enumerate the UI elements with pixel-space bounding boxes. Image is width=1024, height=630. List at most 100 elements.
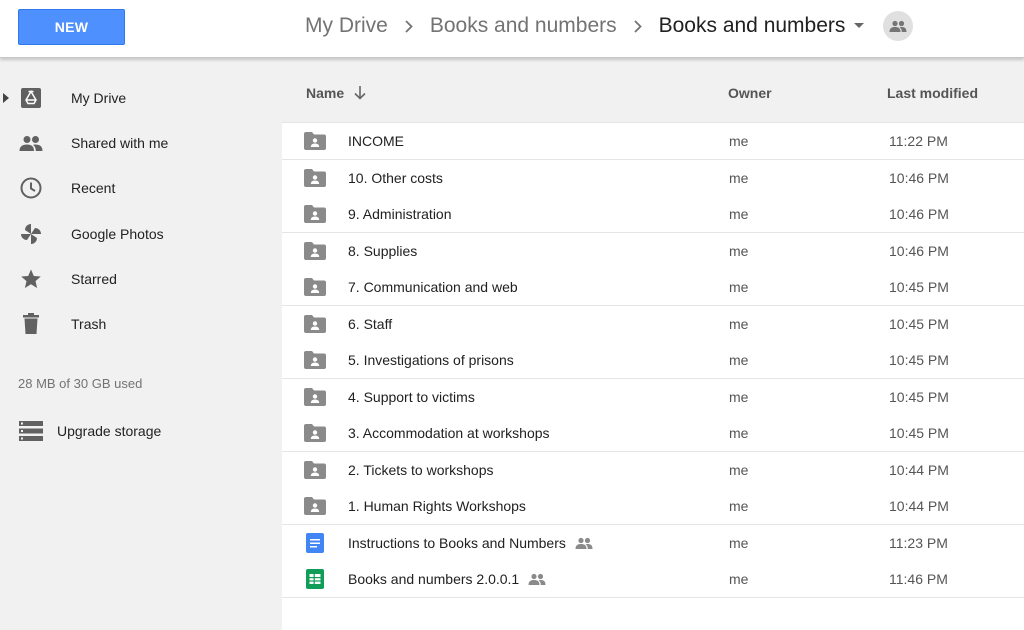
file-last-modified: 10:45 PM [889, 388, 949, 405]
upgrade-storage-link[interactable]: Upgrade storage [0, 411, 282, 451]
chevron-right-icon [617, 19, 659, 33]
clock-icon [19, 176, 43, 200]
breadcrumb-current-folder[interactable]: Books and numbers [659, 14, 846, 38]
file-owner: me [729, 206, 749, 222]
file-owner: me [729, 242, 749, 259]
file-last-modified: 11:23 PM [889, 534, 948, 551]
chevron-right-icon [388, 19, 430, 33]
shared-folder-icon [304, 350, 326, 370]
file-name-cell: Books and numbers 2.0.0.1 [348, 571, 546, 587]
upgrade-storage-label: Upgrade storage [57, 423, 162, 439]
sidebar-item-label: Google Photos [71, 226, 164, 242]
file-row[interactable]: 5. Investigations of prisons me 10:45 PM [282, 342, 1024, 379]
file-name: 10. Other costs [348, 169, 443, 186]
shared-folder-icon [304, 168, 326, 188]
file-owner: me [729, 169, 749, 186]
sidebar-item-recent[interactable]: Recent [0, 168, 282, 208]
file-last-modified: 10:45 PM [889, 279, 949, 295]
file-name: INCOME [348, 133, 404, 149]
file-row[interactable]: 3. Accommodation at workshops me 10:45 PM [282, 415, 1024, 452]
breadcrumb-my-drive[interactable]: My Drive [305, 14, 388, 38]
file-row[interactable]: 4. Support to victims me 10:45 PM [282, 378, 1024, 416]
file-last-modified: 10:46 PM [889, 169, 949, 186]
sidebar-item-label: Starred [71, 271, 117, 287]
file-owner: me [729, 534, 749, 551]
sidebar-item-google-photos[interactable]: Google Photos [0, 214, 282, 254]
file-row[interactable]: Books and numbers 2.0.0.1 me 11:46 PM [282, 561, 1024, 598]
file-last-modified: 10:46 PM [889, 206, 949, 222]
google-doc-icon [304, 532, 326, 553]
shared-people-icon [575, 537, 593, 549]
file-owner: me [729, 461, 749, 478]
column-header-name[interactable]: Name [306, 85, 366, 101]
sidebar-item-label: Shared with me [71, 135, 169, 151]
file-row[interactable]: 6. Staff me 10:45 PM [282, 305, 1024, 343]
file-name: 8. Supplies [348, 242, 418, 259]
new-button[interactable]: NEW [18, 9, 125, 45]
expand-arrow-icon[interactable] [3, 92, 11, 104]
shared-folder-icon [304, 204, 326, 224]
file-last-modified: 11:22 PM [889, 133, 948, 149]
file-row[interactable]: 8. Supplies me 10:46 PM [282, 232, 1024, 270]
file-name-cell: Instructions to Books and Numbers [348, 535, 593, 551]
file-name: Books and numbers 2.0.0.1 [348, 571, 520, 587]
pinwheel-icon [19, 222, 43, 246]
shared-folder-icon [304, 460, 326, 480]
file-last-modified: 10:44 PM [889, 461, 949, 478]
shared-folder-icon [304, 496, 326, 516]
header-bar: NEW My Drive Books and numbers Books and… [0, 0, 1024, 58]
shared-folder-icon [304, 423, 326, 443]
file-owner: me [729, 279, 749, 295]
file-row[interactable]: 1. Human Rights Workshops me 10:44 PM [282, 488, 1024, 525]
shared-folder-icon [304, 241, 326, 261]
file-row[interactable]: Instructions to Books and Numbers me 11:23… [282, 524, 1024, 562]
sidebar-item-label: Recent [71, 180, 116, 196]
sidebar-item-shared-with-me[interactable]: Shared with me [0, 123, 282, 163]
star-icon [19, 267, 43, 291]
file-name-cell: 2. Tickets to workshops [348, 462, 494, 478]
file-last-modified: 10:46 PM [889, 242, 949, 259]
shared-folder-icon [304, 314, 326, 334]
trash-icon [19, 312, 43, 336]
file-owner: me [729, 498, 749, 514]
breadcrumb-books-and-numbers-parent[interactable]: Books and numbers [430, 14, 617, 38]
file-last-modified: 10:44 PM [889, 498, 949, 514]
caret-down-icon[interactable] [845, 14, 873, 38]
file-row[interactable]: INCOME me 11:22 PM [282, 123, 1024, 160]
people-icon [19, 131, 43, 155]
arrow-down-icon[interactable] [354, 86, 366, 100]
sidebar-item-label: Trash [71, 316, 107, 332]
file-name-cell: 1. Human Rights Workshops [348, 498, 526, 514]
breadcrumb: My Drive Books and numbers Books and num… [305, 11, 914, 41]
file-row[interactable]: 2. Tickets to workshops me 10:44 PM [282, 451, 1024, 489]
file-last-modified: 10:45 PM [889, 315, 949, 332]
shared-folder-icon [304, 387, 326, 407]
sidebar-item-starred[interactable]: Starred [0, 259, 282, 299]
file-name-cell: 9. Administration [348, 206, 452, 222]
file-owner: me [729, 388, 749, 405]
column-header-owner[interactable]: Owner [728, 85, 772, 101]
file-row[interactable]: 10. Other costs me 10:46 PM [282, 159, 1024, 197]
sidebar-item-trash[interactable]: Trash [0, 304, 282, 344]
column-header-name-label: Name [306, 85, 345, 101]
file-name: 4. Support to victims [348, 388, 475, 405]
shared-folder-icon [304, 277, 326, 297]
file-owner: me [729, 571, 749, 587]
file-name-cell: 5. Investigations of prisons [348, 352, 514, 368]
file-last-modified: 10:45 PM [889, 352, 949, 368]
sidebar-item-my-drive[interactable]: My Drive [0, 78, 282, 118]
file-name: 2. Tickets to workshops [348, 461, 494, 478]
file-row[interactable]: 9. Administration me 10:46 PM [282, 196, 1024, 233]
file-row[interactable]: 7. Communication and web me 10:45 PM [282, 269, 1024, 306]
file-name-cell: 6. Staff [348, 316, 392, 332]
file-owner: me [729, 315, 749, 332]
column-header-last-modified[interactable]: Last modified [887, 85, 978, 101]
google-sheet-icon [304, 569, 326, 589]
storage-icon [19, 419, 43, 443]
file-name: 6. Staff [348, 315, 393, 332]
file-name: 3. Accommodation at workshops [348, 425, 550, 441]
shared-folder-people-icon[interactable] [883, 11, 914, 41]
file-name-cell: 7. Communication and web [348, 279, 518, 295]
storage-usage-text: 28 MB of 30 GB used [18, 376, 143, 391]
file-name-cell: INCOME [348, 133, 404, 149]
